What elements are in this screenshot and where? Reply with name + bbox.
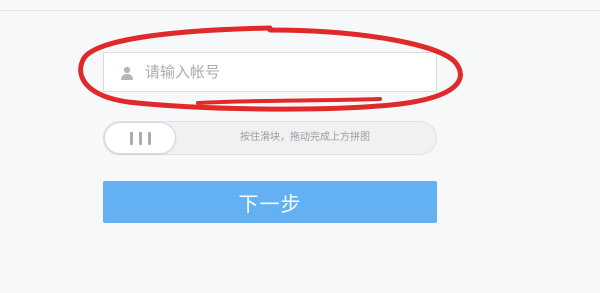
account-input[interactable] <box>145 53 425 91</box>
slider-captcha: 按住滑块，拖动完成上方拼图 <box>103 121 437 155</box>
account-field[interactable] <box>103 52 437 92</box>
next-button[interactable]: 下一步 <box>103 181 437 223</box>
slider-hint: 按住滑块，拖动完成上方拼图 <box>240 132 370 143</box>
slider-handle[interactable] <box>104 122 176 154</box>
top-divider <box>0 10 600 11</box>
user-icon <box>119 65 135 81</box>
